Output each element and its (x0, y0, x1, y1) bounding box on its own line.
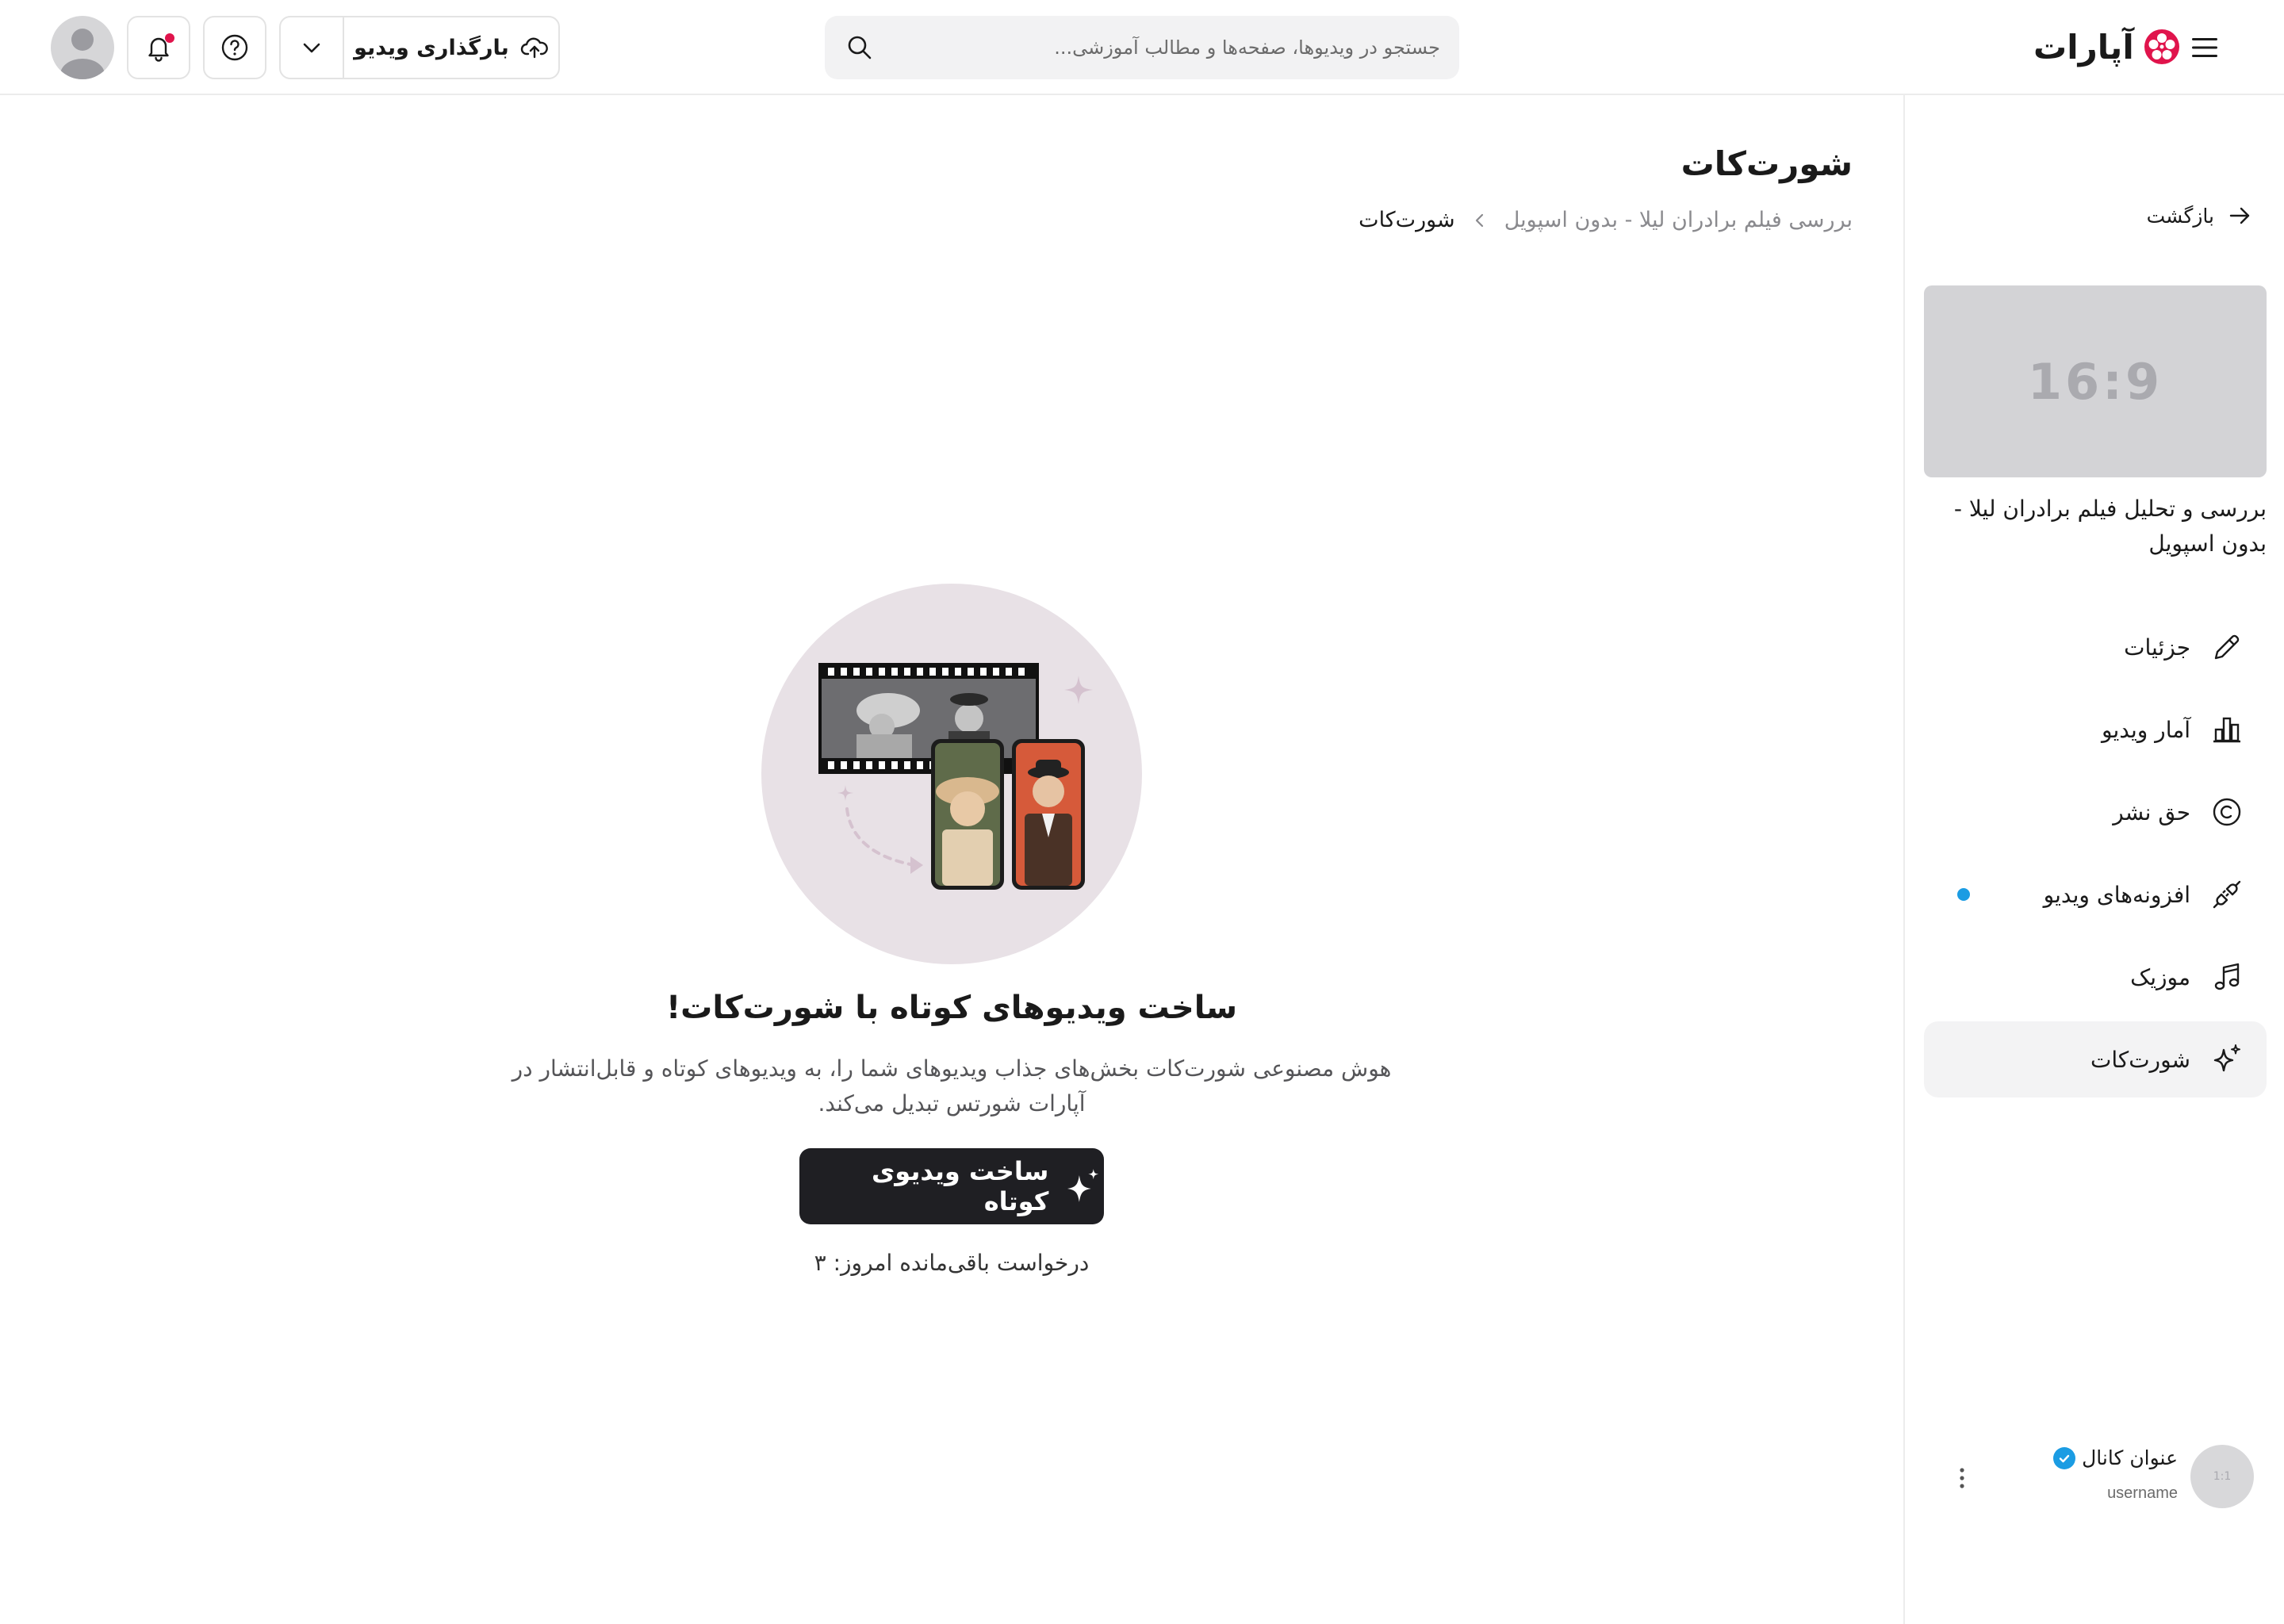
sidebar-item-label: شورت‌کات (2090, 1046, 2190, 1073)
page-title: شورت‌کات (1680, 144, 1853, 183)
create-short-video-label: ساخت ویدیوی کوتاه (871, 1156, 1049, 1216)
phone-portrait-woman (931, 739, 1004, 890)
logo-text: آپارات (2033, 27, 2135, 67)
video-thumbnail[interactable]: 16:9 (1924, 285, 2267, 477)
chevron-down-icon (303, 43, 320, 53)
sidebar-item-label: آمار ویدیو (2102, 716, 2190, 743)
more-vertical-icon (1960, 1468, 1964, 1488)
empty-state-description: هوش مصنوعی شورت‌کات بخش‌های جذاب ویدیوها… (512, 1055, 1392, 1116)
sidebar-item-copyright[interactable]: حق نشر (1924, 774, 2267, 850)
notifications-button[interactable] (127, 16, 190, 79)
shortcut-illustration (761, 584, 1142, 964)
sidebar-item-music[interactable]: موزیک (1924, 939, 2267, 1015)
pencil-icon (2208, 628, 2246, 666)
user-avatar[interactable] (51, 16, 114, 79)
sidebar-item-label: حق نشر (2113, 799, 2190, 825)
sparkle-icon (1067, 1169, 1099, 1202)
back-label: بازگشت (2146, 204, 2214, 228)
sidebar-nav: جزئیات آمار ویدیو حق نشر افزونه‌های ویدی… (1924, 609, 2267, 1104)
hamburger-icon (2192, 38, 2217, 57)
upload-dropdown-button[interactable] (281, 17, 344, 78)
hamburger-menu-button[interactable] (2182, 25, 2227, 70)
new-indicator-dot (1957, 888, 1970, 901)
breadcrumb: بررسی فیلم برادران لیلا - بدون اسپویل شو… (952, 208, 1853, 232)
sidebar-item-stats[interactable]: آمار ویدیو (1924, 691, 2267, 768)
back-link[interactable]: بازگشت (2147, 203, 2252, 228)
sidebar: بازگشت 16:9 بررسی و تحلیل فیلم برادران ل… (1903, 95, 2284, 1624)
video-title: بررسی و تحلیل فیلم برادران لیلا - بدون ا… (1953, 496, 2267, 557)
upload-label: بارگذاری ویدیو (354, 35, 509, 60)
aparat-logo[interactable]: آپارات (2033, 21, 2183, 73)
upload-video-group: بارگذاری ویدیو (279, 16, 560, 79)
arrow-right-icon (2229, 207, 2250, 224)
breadcrumb-current: شورت‌کات (1359, 208, 1455, 232)
cloud-upload-icon (520, 37, 548, 59)
search-bar (825, 16, 1459, 79)
search-icon[interactable] (844, 32, 876, 63)
sidebar-item-label: جزئیات (2124, 634, 2190, 661)
channel-options-button[interactable] (1946, 1456, 1978, 1500)
sparkle-icon (2208, 1040, 2246, 1078)
plugin-icon (2208, 875, 2246, 914)
remaining-requests: درخواست باقی‌مانده امروز: ۳ (814, 1250, 1090, 1276)
top-header: آپارات بارگذاری ویدیو (0, 0, 2284, 95)
sidebar-item-label: موزیک (2130, 963, 2190, 990)
copyright-icon (2208, 793, 2246, 831)
channel-avatar[interactable]: 1:1 (2190, 1445, 2254, 1508)
channel-name[interactable]: عنوان کانال (2082, 1446, 2178, 1469)
sidebar-item-plugins[interactable]: افزونه‌های ویدیو (1924, 856, 2267, 933)
user-icon (60, 29, 105, 79)
thumbnail-ratio-label: 16:9 (2027, 352, 2163, 411)
verified-badge-icon (2053, 1446, 2076, 1469)
music-icon (2208, 958, 2246, 996)
phone-portrait-man (1012, 739, 1085, 890)
help-circle-icon (221, 34, 248, 61)
bar-chart-icon (2208, 710, 2246, 749)
channel-username: username (2107, 1484, 2178, 1502)
search-input[interactable] (876, 36, 1440, 59)
notification-badge (165, 33, 174, 43)
aparat-logo-icon (2144, 29, 2179, 64)
channel-name-row: عنوان کانال (2053, 1446, 2178, 1469)
channel-card: 1:1 عنوان کانال username (1905, 1440, 2284, 1516)
upload-video-button[interactable]: بارگذاری ویدیو (344, 17, 558, 78)
chevron-left-icon (1471, 212, 1489, 229)
breadcrumb-parent-link[interactable]: بررسی فیلم برادران لیلا - بدون اسپویل (1504, 208, 1853, 232)
sidebar-item-shortcut[interactable]: شورت‌کات (1924, 1021, 2267, 1097)
help-button[interactable] (203, 16, 266, 79)
empty-state-title: ساخت ویدیوهای کوتاه با شورت‌کات! (665, 990, 1238, 1026)
sidebar-item-label: افزونه‌های ویدیو (2043, 881, 2190, 908)
create-short-video-button[interactable]: ساخت ویدیوی کوتاه (799, 1148, 1104, 1224)
sidebar-item-details[interactable]: جزئیات (1924, 609, 2267, 685)
film-strip-image (818, 663, 1039, 774)
